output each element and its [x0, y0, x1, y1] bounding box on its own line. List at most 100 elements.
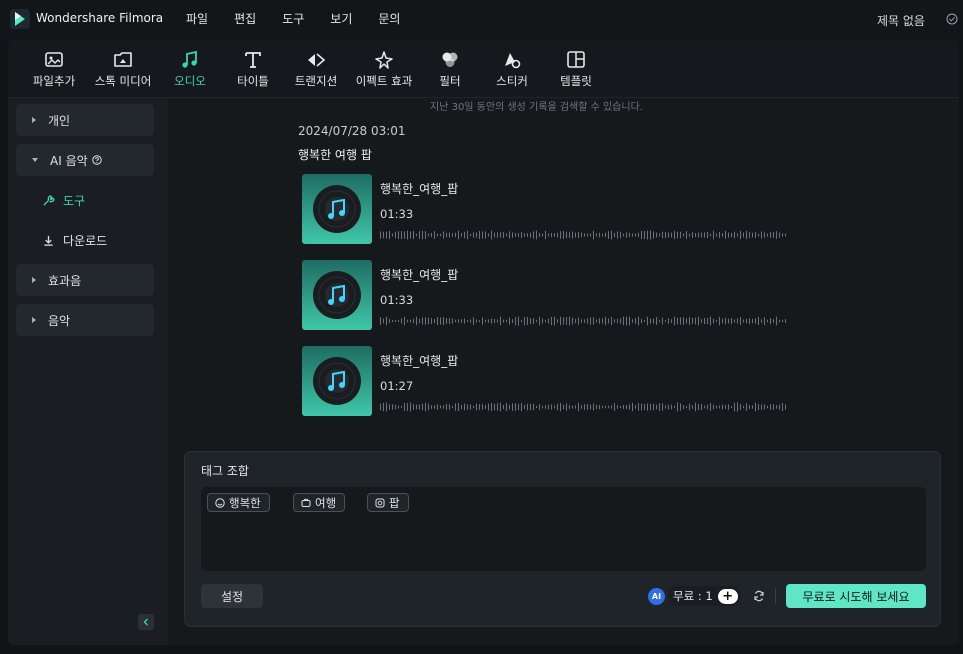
menu-help[interactable]: 문의: [378, 10, 400, 27]
save-status-icon: [946, 13, 958, 25]
content-area: 지난 30일 동안의 생성 기록을 검색할 수 있습니다. 2024/07/28…: [168, 98, 959, 645]
track-duration: 01:33: [380, 207, 414, 221]
sidebar-item-label: 효과음: [48, 273, 82, 288]
tag-input-area[interactable]: 행복한 여행 팝: [201, 487, 926, 571]
sidebar-item-label: AI 음악: [50, 153, 88, 168]
menu-view[interactable]: 보기: [330, 10, 352, 27]
title-t-icon: [245, 52, 261, 68]
tool-titles-label: 타이틀: [237, 74, 269, 88]
project-title[interactable]: 제목 없음: [877, 12, 925, 29]
template-icon: [567, 51, 585, 68]
tool-import-label: 파일추가: [32, 74, 76, 88]
menu-edit[interactable]: 편집: [234, 10, 256, 27]
tool-filters[interactable]: 필터: [432, 50, 468, 94]
sidebar: 개인 AI 음악 도구 다운로드 효과음 음악: [8, 98, 168, 645]
menu-file[interactable]: 파일: [186, 10, 208, 27]
track-name: 행복한_여행_팝: [380, 354, 459, 368]
disc-icon: [375, 498, 385, 507]
expand-arrow-icon: [32, 277, 36, 283]
tool-import[interactable]: 파일추가: [28, 50, 80, 94]
tag-chip-label: 여행: [315, 495, 337, 510]
track-item[interactable]: 행복한_여행_팝 01:27: [302, 346, 802, 416]
sidebar-item-personal[interactable]: 개인: [16, 104, 154, 136]
download-icon: [44, 235, 53, 246]
sidebar-item-tools[interactable]: 도구: [42, 189, 85, 211]
tool-audio-label: 오디오: [174, 74, 206, 88]
sidebar-item-label: 다운로드: [63, 233, 108, 248]
refresh-icon[interactable]: [753, 590, 765, 602]
try-free-button[interactable]: 무료로 시도해 보세요: [786, 584, 926, 608]
filmora-logo-icon: [10, 9, 30, 29]
tool-stickers[interactable]: 스티커: [492, 50, 532, 94]
collapse-arrow-icon: [32, 158, 38, 162]
track-item[interactable]: 행복한_여행_팝 01:33: [302, 260, 802, 330]
tag-chip-label: 행복한: [229, 495, 261, 510]
tag-chip-happy[interactable]: 행복한: [207, 493, 270, 512]
credit-indicator: AI 무료 : 1 +: [648, 585, 741, 607]
sidebar-item-label: 개인: [48, 113, 71, 128]
music-note-icon: [182, 50, 197, 68]
tag-chip-label: 팝: [389, 495, 400, 510]
music-thumbnail-icon: [302, 346, 372, 416]
divider: [775, 588, 776, 604]
track-name: 행복한_여행_팝: [380, 182, 459, 196]
tag-chip-travel[interactable]: 여행: [293, 493, 346, 512]
tool-effects-label: 이펙트 효과: [355, 74, 413, 88]
credit-text: 무료 : 1: [673, 589, 713, 603]
tag-combination-panel: 태그 조합 행복한 여행 팝 설정 AI 무료: 1 + 무료로 시도해 보세…: [184, 451, 941, 627]
expand-arrow-icon: [32, 317, 36, 323]
title-bar: Wondershare Filmora 파일 편집 도구 보기 문의 제목 없음: [0, 0, 963, 38]
history-hint: 지난 30일 동안의 생성 기록을 검색할 수 있습니다.: [430, 102, 643, 113]
track-item[interactable]: 행복한_여행_팝 01:33: [302, 174, 802, 244]
wrench-icon: [43, 194, 55, 206]
tool-templates[interactable]: 템플릿: [556, 50, 596, 94]
transition-icon: [308, 53, 326, 67]
stock-media-icon: [114, 52, 132, 67]
sidebar-item-ai-music[interactable]: AI 음악: [16, 144, 154, 176]
waveform: [380, 230, 786, 240]
tag-panel-title: 태그 조합: [201, 464, 249, 478]
waveform: [380, 316, 786, 326]
credit-pill: 무료 : 1 +: [668, 586, 741, 606]
settings-button[interactable]: 설정: [201, 584, 263, 608]
sidebar-item-label: 도구: [63, 193, 86, 208]
menu-tools[interactable]: 도구: [282, 10, 304, 27]
suitcase-icon: [301, 498, 311, 507]
tool-stock-media-label: 스톡 미디어: [94, 74, 152, 88]
track-duration: 01:33: [380, 293, 414, 307]
tool-effects[interactable]: 이펙트 효과: [350, 50, 418, 94]
tool-templates-label: 템플릿: [560, 74, 592, 88]
ai-badge-icon: AI: [648, 587, 665, 605]
track-name: 행복한_여행_팝: [380, 268, 459, 282]
tool-transitions[interactable]: 트랜지션: [290, 50, 342, 94]
menu-bar: 파일 편집 도구 보기 문의: [186, 10, 426, 27]
music-thumbnail-icon: [302, 260, 372, 330]
add-credit-button[interactable]: +: [717, 588, 738, 604]
sidebar-item-download[interactable]: 다운로드: [42, 229, 107, 251]
track-duration: 01:27: [380, 379, 414, 393]
sticker-icon: [505, 53, 521, 69]
tool-stickers-label: 스티커: [496, 74, 528, 88]
tool-filters-label: 필터: [439, 74, 461, 88]
sidebar-item-label: 음악: [48, 313, 71, 328]
tool-stock-media[interactable]: 스톡 미디어: [88, 50, 158, 94]
help-icon[interactable]: [91, 155, 102, 165]
expand-arrow-icon: [32, 117, 36, 123]
app-name: Wondershare Filmora: [36, 11, 164, 25]
tool-transitions-label: 트랜지션: [294, 74, 338, 88]
import-icon: [45, 52, 63, 67]
tool-titles[interactable]: 타이틀: [232, 50, 274, 94]
tool-audio[interactable]: 오디오: [168, 50, 212, 94]
effects-icon: [375, 51, 393, 69]
waveform: [380, 402, 786, 412]
sidebar-item-music[interactable]: 음악: [16, 304, 154, 336]
media-toolbar: 파일추가 스톡 미디어 오디오 타이틀 트랜지션 이펙트 효과 필터 스티커 템…: [8, 40, 959, 98]
collapse-sidebar-button[interactable]: [138, 614, 154, 630]
generation-date: 2024/07/28 03:01: [298, 124, 406, 138]
chevron-left-icon: [143, 618, 148, 626]
sidebar-item-sound-effects[interactable]: 효과음: [16, 264, 154, 296]
music-thumbnail-icon: [302, 174, 372, 244]
generation-title: 행복한 여행 팝: [298, 148, 372, 162]
smile-icon: [215, 497, 225, 508]
tag-chip-pop[interactable]: 팝: [367, 493, 409, 512]
